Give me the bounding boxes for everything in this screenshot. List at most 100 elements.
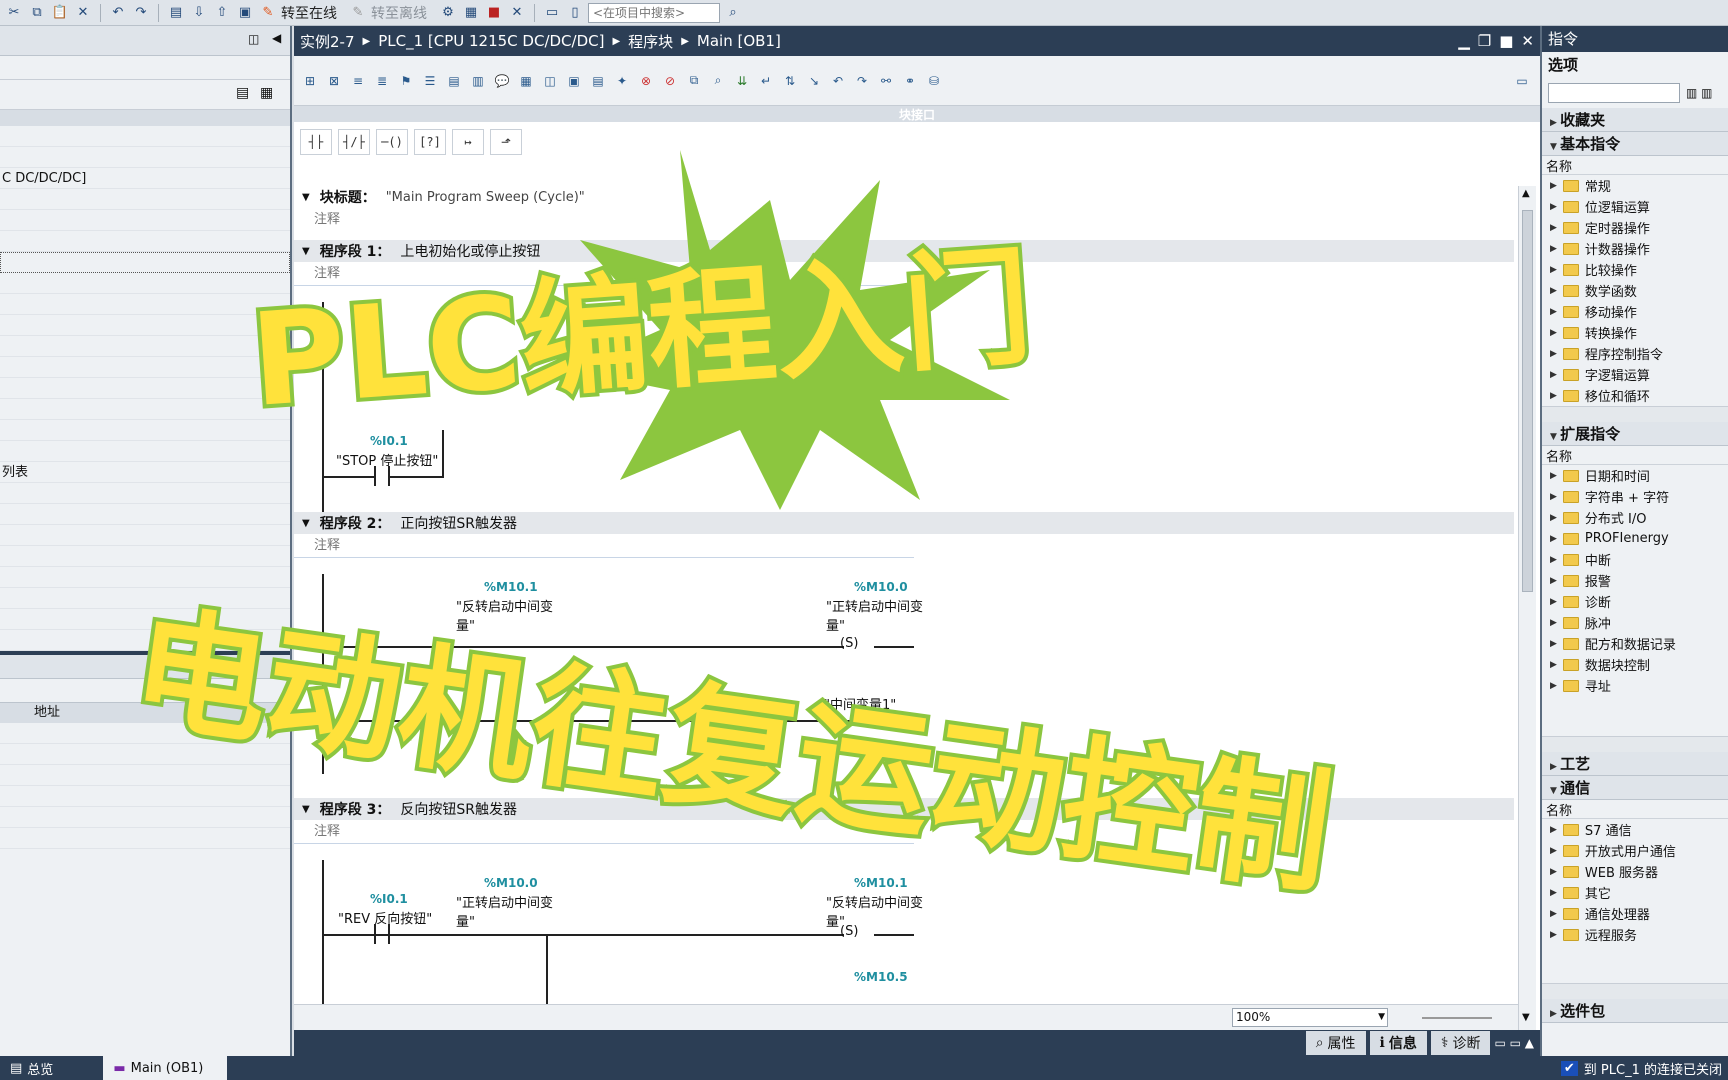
go-online-icon[interactable]: ✎ [258, 3, 278, 23]
interlock-contact-tag[interactable]: "正转启动中间变量" [456, 892, 556, 930]
expand-icon[interactable]: ▶ [1550, 639, 1557, 649]
copy-icon[interactable]: ⧉ [27, 3, 47, 23]
block-title-value[interactable]: "Main Program Sweep (Cycle)" [386, 190, 585, 205]
rev-contact-tag[interactable]: "REV 反向按钮" [338, 908, 432, 927]
sort-icon[interactable]: ⇅ [780, 71, 800, 91]
breadcrumb-blocks[interactable]: 程序块 [628, 31, 673, 52]
extended-instruction-item[interactable]: ▶ 报警 [1542, 570, 1728, 591]
communication-instruction-item[interactable]: ▶ 其它 [1542, 882, 1728, 903]
scroll-up-icon[interactable]: ▲ [1522, 188, 1530, 199]
instruction-filter-input[interactable] [1548, 83, 1680, 103]
tree-row[interactable] [0, 126, 290, 147]
chevron-down-icon[interactable]: ▼ [1378, 1009, 1385, 1026]
contact-symbol[interactable] [374, 466, 376, 486]
monitoring-off-icon[interactable]: ⊗ [636, 71, 656, 91]
basic-instruction-item[interactable]: ▶ 定时器操作 [1542, 217, 1728, 238]
delete-icon[interactable]: ✕ [73, 3, 93, 23]
communication-instruction-item[interactable]: ▶ S7 通信 [1542, 819, 1728, 840]
view-options-icon[interactable]: ▥ ▥ [1686, 86, 1713, 100]
breakpoint-icon[interactable]: ◫ [540, 71, 560, 91]
extended-instruction-item[interactable]: ▶ 诊断 [1542, 591, 1728, 612]
collapse-icon[interactable]: ▼ [1550, 432, 1560, 442]
expand-icon[interactable]: ▶ [1550, 576, 1557, 586]
extended-instruction-item[interactable]: ▶ 分布式 I/O [1542, 507, 1728, 528]
expand-icon[interactable]: ▶ [1550, 513, 1557, 523]
extended-instruction-item[interactable]: ▶ PROFIenergy [1542, 528, 1728, 549]
no-contact-button[interactable]: ┤├ [300, 129, 332, 155]
expand-icon[interactable]: ▶ [1550, 202, 1557, 212]
communication-instruction-item[interactable]: ▶ 开放式用户通信 [1542, 840, 1728, 861]
insert-network-icon[interactable]: ⊞ [300, 71, 320, 91]
basic-instruction-item[interactable]: ▶ 移位和循环 [1542, 385, 1728, 406]
expand-icon[interactable]: ▶ [1550, 888, 1557, 898]
horizontal-scrollbar[interactable] [1542, 983, 1728, 999]
info-tab[interactable]: ℹ 信息 [1369, 1031, 1427, 1055]
diagnostics-tab[interactable]: ⚕ 诊断 [1430, 1031, 1491, 1055]
compile-icon[interactable]: ▤ [166, 3, 186, 23]
minimize-icon[interactable]: ▁ [1458, 32, 1470, 50]
extended-instruction-item[interactable]: ▶ 脉冲 [1542, 612, 1728, 633]
extended-instruction-item[interactable]: ▶ 日期和时间 [1542, 465, 1728, 486]
expand-icon[interactable]: ▶ [1550, 181, 1557, 191]
close-icon[interactable]: ✕ [1521, 32, 1534, 50]
expand-icon[interactable]: ▶ [1550, 244, 1557, 254]
expand-icon[interactable]: ▶ [1550, 265, 1557, 275]
compare-icon[interactable]: ⧉ [684, 71, 704, 91]
tree-row[interactable] [0, 231, 290, 252]
open-all-networks-icon[interactable]: ☰ [420, 71, 440, 91]
expand-icon[interactable]: ▶ [1550, 391, 1557, 401]
extended-instructions-section[interactable]: ▼ 扩展指令 [1542, 422, 1728, 446]
contact-symbol[interactable] [374, 924, 376, 944]
favorites-section[interactable]: ▶ 收藏夹 [1542, 108, 1728, 132]
operand-display-icon[interactable]: ▣ [564, 71, 584, 91]
next-icon[interactable]: ↷ [852, 71, 872, 91]
basic-instruction-item[interactable]: ▶ 字逻辑运算 [1542, 364, 1728, 385]
tree-row[interactable] [0, 504, 290, 525]
collapse-icon[interactable]: ▼ [302, 804, 310, 815]
extended-instruction-item[interactable]: ▶ 中断 [1542, 549, 1728, 570]
expand-icon[interactable]: ▶ [1550, 597, 1557, 607]
communication-instruction-item[interactable]: ▶ 通信处理器 [1542, 903, 1728, 924]
set-coil[interactable]: (S) [840, 924, 858, 939]
collapse-icon[interactable]: ▼ [302, 192, 310, 203]
tree-row-list[interactable]: 列表 [0, 462, 290, 483]
tree-row[interactable] [0, 357, 290, 378]
prev-icon[interactable]: ↶ [828, 71, 848, 91]
open-branch-button[interactable]: ↦ [452, 129, 484, 155]
download-icon[interactable]: ⇩ [189, 3, 209, 23]
undo-icon[interactable]: ↶ [108, 3, 128, 23]
close-all-networks-icon[interactable]: ▤ [444, 71, 464, 91]
close-branch-button[interactable]: ⬏ [490, 129, 522, 155]
expand-icon[interactable]: ▶ [1550, 307, 1557, 317]
basic-instructions-section[interactable]: ▼ 基本指令 [1542, 132, 1728, 156]
breadcrumb-main[interactable]: Main [OB1] [697, 32, 781, 50]
close-editor-icon[interactable]: ✕ [507, 3, 527, 23]
collapse-icon[interactable]: ▼ [1550, 142, 1560, 152]
tree-row[interactable] [0, 483, 290, 504]
extended-instruction-item[interactable]: ▶ 寻址 [1542, 675, 1728, 696]
simulation-icon[interactable]: ▣ [235, 3, 255, 23]
details-row[interactable] [0, 828, 290, 849]
tree-row[interactable] [0, 525, 290, 546]
search-replace-icon[interactable]: ⌕ [708, 71, 728, 91]
tree-row[interactable] [0, 336, 290, 357]
basic-instruction-item[interactable]: ▶ 转换操作 [1542, 322, 1728, 343]
collapse-left-icon[interactable]: ◀ [272, 31, 281, 45]
properties-tab[interactable]: ⌕ 属性 [1305, 1031, 1366, 1055]
basic-instruction-item[interactable]: ▶ 位逻辑运算 [1542, 196, 1728, 217]
option-packages-section[interactable]: ▶ 选件包 [1542, 999, 1728, 1023]
coil-button[interactable]: ─() [376, 129, 408, 155]
basic-instruction-item[interactable]: ▶ 常规 [1542, 175, 1728, 196]
expand-icon[interactable]: ▶ [1550, 846, 1557, 856]
expand-icon[interactable]: ▶ [1550, 681, 1557, 691]
communication-section[interactable]: ▼ 通信 [1542, 776, 1728, 800]
overview-tab[interactable]: ▤ 总览 [0, 1056, 63, 1080]
tree-row[interactable] [0, 399, 290, 420]
scroll-down-icon[interactable]: ▼ [1522, 1012, 1530, 1023]
append-row-icon[interactable]: ≣ [372, 71, 392, 91]
restore-icon[interactable]: ❐ [1478, 32, 1491, 50]
call-structure-icon[interactable]: ⚯ [876, 71, 896, 91]
tree-row[interactable] [0, 147, 290, 168]
go-offline-button[interactable]: 转至离线 [371, 3, 427, 23]
expand-icon[interactable]: ▶ [1550, 555, 1557, 565]
